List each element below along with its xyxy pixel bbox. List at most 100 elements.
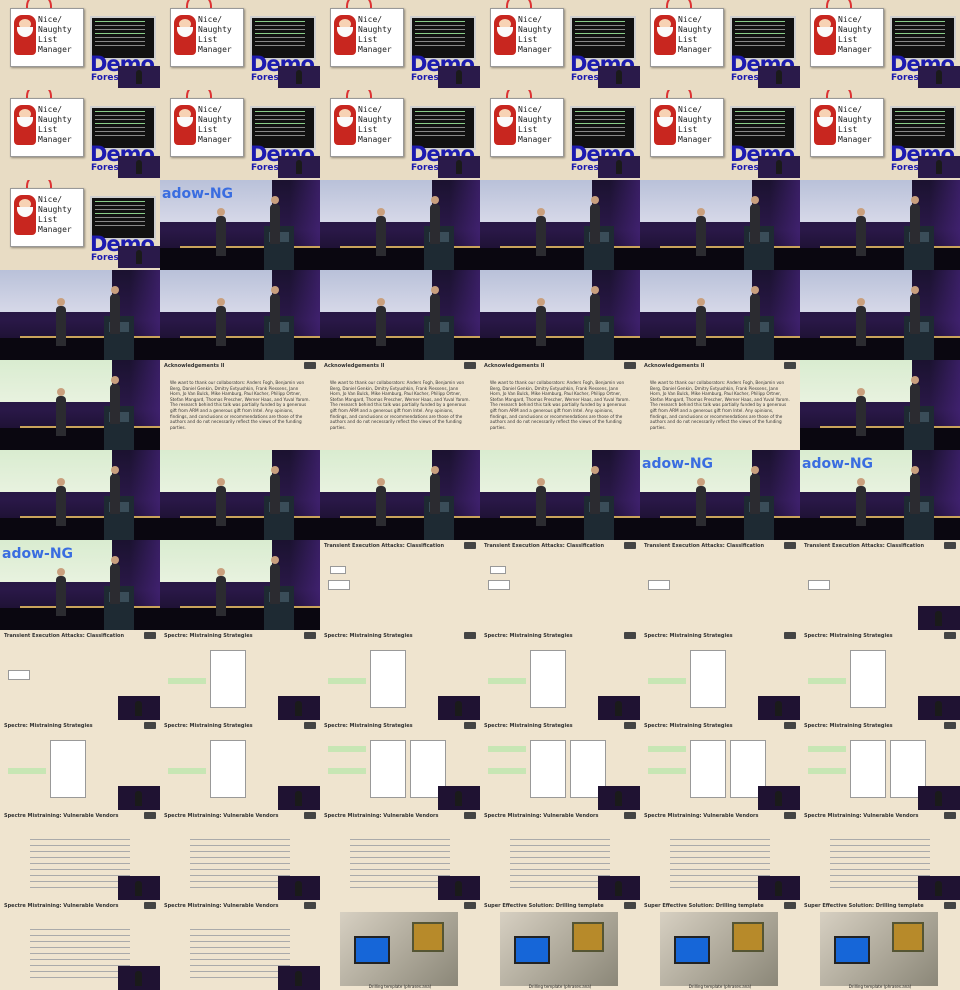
- thumbnail-34: [480, 450, 640, 540]
- conference-logo: [784, 722, 796, 729]
- address-space-label: [328, 746, 366, 752]
- thumbnail-15: [320, 180, 480, 270]
- address-space-label: [328, 678, 366, 684]
- stage-floor: [160, 248, 320, 270]
- speaker-inset: [278, 156, 320, 178]
- conference-logo: [464, 902, 476, 909]
- slide-title: Acknowledgements II: [164, 363, 225, 369]
- stage-floor: [320, 248, 480, 270]
- slide-title: Spectre Mistraining: Vulnerable Vendors: [644, 813, 759, 819]
- stage-floor: [800, 338, 960, 360]
- stage-floor: [160, 518, 320, 540]
- address-space-label: [488, 678, 526, 684]
- thumbnail-22: [480, 270, 640, 360]
- app-title: Nice/ Naughty List Manager: [38, 195, 72, 234]
- conference-logo: [784, 812, 796, 819]
- conference-logo: [144, 632, 156, 639]
- slide-title: Transient Execution Attacks: Classificat…: [324, 543, 445, 549]
- app-title: Nice/ Naughty List Manager: [358, 105, 392, 144]
- title-card: Nice/ Naughty List Manager: [330, 98, 404, 157]
- speaker-left: [56, 478, 66, 526]
- speaker-right: [270, 466, 280, 514]
- speaker-left: [696, 298, 706, 346]
- slide-title: Spectre: Mistraining Strategies: [804, 723, 893, 729]
- speaker-inset: [758, 786, 800, 810]
- decorative-arc: [26, 0, 52, 8]
- vendor-table: [350, 834, 450, 890]
- stage-floor: [640, 338, 800, 360]
- slide-title: Acknowledgements II: [644, 363, 705, 369]
- thumbnail-58: Spectre Mistraining: Vulnerable Vendors: [480, 810, 640, 900]
- classification-node: [330, 566, 346, 574]
- conference-logo: [624, 362, 636, 369]
- speaker-inset: [758, 156, 800, 178]
- speaker-inset: [918, 66, 960, 88]
- address-space-label: [648, 768, 686, 774]
- speaker-inset: [278, 696, 320, 720]
- slide-title: Spectre Mistraining: Vulnerable Vendors: [804, 813, 919, 819]
- classification-node: [648, 580, 670, 590]
- speaker-inset: [118, 696, 160, 720]
- decorative-arc: [26, 180, 52, 188]
- gold-chip: [412, 922, 444, 952]
- gold-chip: [732, 922, 764, 952]
- conference-logo: [784, 542, 796, 549]
- thumbnail-55: Spectre Mistraining: Vulnerable Vendors: [0, 810, 160, 900]
- projection-screen: adow-NG: [640, 450, 752, 492]
- vendor-table: [190, 834, 290, 890]
- thumbnail-6: Nice/ Naughty List Manager Demo Foresha: [800, 0, 960, 90]
- speaker-left: [376, 298, 386, 346]
- thumbnail-47: Spectre: Mistraining Strategies: [640, 630, 800, 720]
- stage-floor: [640, 248, 800, 270]
- slide-title: Spectre: Mistraining Strategies: [164, 633, 253, 639]
- stage-floor: [0, 608, 160, 630]
- classification-node: [328, 580, 350, 590]
- conference-logo: [304, 362, 316, 369]
- title-card: Nice/ Naughty List Manager: [810, 8, 884, 67]
- title-card: Nice/ Naughty List Manager: [10, 188, 84, 247]
- speaker-right: [910, 286, 920, 334]
- speaker-inset: [758, 696, 800, 720]
- speaker-inset: [118, 786, 160, 810]
- projection-screen: [480, 270, 592, 312]
- speaker-right: [110, 466, 120, 514]
- speaker-left: [376, 208, 386, 256]
- decorative-arc: [26, 90, 52, 98]
- address-space-label: [8, 768, 46, 774]
- speaker-inset: [598, 876, 640, 900]
- thumbnail-54: Spectre: Mistraining Strategies: [800, 720, 960, 810]
- stage-floor: [0, 338, 160, 360]
- slide-title: Transient Execution Attacks: Classificat…: [804, 543, 925, 549]
- acknowledgements-text: We want to thank our collaborators: Ande…: [650, 380, 790, 430]
- decorative-arc: [666, 0, 692, 8]
- speaker-inset: [598, 156, 640, 178]
- conference-logo: [944, 902, 956, 909]
- thumbnail-23: [640, 270, 800, 360]
- app-title: Nice/ Naughty List Manager: [198, 105, 232, 144]
- speaker-inset: [598, 696, 640, 720]
- thumbnail-10: Nice/ Naughty List Manager Demo Foresha: [480, 90, 640, 180]
- thumbnail-64: Super Effective Solution: Drilling templ…: [480, 900, 640, 990]
- slide-title: Spectre: Mistraining Strategies: [644, 633, 733, 639]
- thumbnail-63: Drilling template (phrases.ana): [320, 900, 480, 990]
- thumbnail-43: Transient Execution Attacks: Classificat…: [0, 630, 160, 720]
- speaker-inset: [118, 156, 160, 178]
- stage-floor: [0, 518, 160, 540]
- title-card: Nice/ Naughty List Manager: [330, 8, 404, 67]
- thumbnail-60: Spectre Mistraining: Vulnerable Vendors: [800, 810, 960, 900]
- speaker-inset: [598, 786, 640, 810]
- thumbnail-41: Transient Execution Attacks: Classificat…: [640, 540, 800, 630]
- app-title: Nice/ Naughty List Manager: [678, 105, 712, 144]
- speaker-right: [590, 196, 600, 244]
- app-title: Nice/ Naughty List Manager: [38, 15, 72, 54]
- speaker-right: [270, 286, 280, 334]
- speaker-left: [536, 298, 546, 346]
- thumbnail-38: [160, 540, 320, 630]
- projection-screen: [800, 270, 912, 312]
- thumbnail-3: Nice/ Naughty List Manager Demo Foresha: [320, 0, 480, 90]
- slide-title: Spectre Mistraining: Vulnerable Vendors: [164, 903, 279, 909]
- thumbnail-27: Acknowledgements II We want to thank our …: [320, 360, 480, 450]
- projection-screen: [0, 360, 112, 402]
- slide-title: Spectre: Mistraining Strategies: [4, 723, 93, 729]
- slide-title: Spectre: Mistraining Strategies: [484, 723, 573, 729]
